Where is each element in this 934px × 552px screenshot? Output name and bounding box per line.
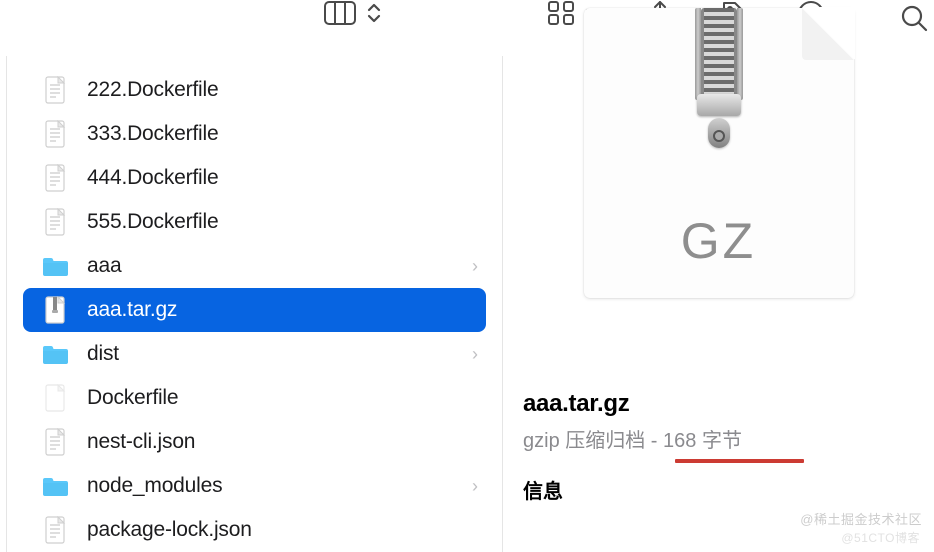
file-name-label: node_modules [87,474,222,498]
main: 222.Dockerfile 333.Dockerfile 444.Docker… [0,56,934,552]
file-name-label: package-lock.json [87,518,252,542]
view-switcher[interactable] [323,0,381,26]
file-name-label: 555.Dockerfile [87,210,218,234]
up-down-chevron-icon[interactable] [367,2,381,24]
folder-icon [41,472,69,500]
gz-label: GZ [681,212,756,270]
info-section-header: 信息 [523,475,914,504]
document-icon [41,120,69,148]
zipper-icon [691,8,747,148]
list-item[interactable]: package-lock.json [7,508,502,552]
detail-file-size: 168 字节 [663,430,742,452]
list-item[interactable]: 222.Dockerfile [7,68,502,112]
file-name-label: Dockerfile [87,386,178,410]
watermark: @稀土掘金技术社区 [800,509,922,528]
grid-view-icon[interactable] [547,0,575,26]
file-name-label: dist [87,342,119,366]
document-icon [41,208,69,236]
document-icon [41,76,69,104]
archive-icon [41,296,69,324]
list-item[interactable]: dist › [7,332,502,376]
file-name-label: aaa [87,254,121,278]
column-view-icon[interactable] [323,0,357,26]
folder-icon [41,252,69,280]
list-item[interactable]: 444.Dockerfile [7,156,502,200]
document-icon [41,164,69,192]
list-item[interactable]: node_modules › [7,464,502,508]
chevron-right-icon: › [472,344,478,365]
list-item-selected[interactable]: aaa.tar.gz [23,288,486,332]
chevron-right-icon: › [472,256,478,277]
list-item[interactable]: nest-cli.json [7,420,502,464]
annotation-underline [675,459,804,463]
detail-panel: GZ aaa.tar.gz gzip 压缩归档 - 168 字节 信息 @稀土掘… [503,56,934,552]
document-icon [41,516,69,544]
document-icon [41,428,69,456]
file-name-label: 444.Dockerfile [87,166,218,190]
list-item[interactable]: aaa › [7,244,502,288]
list-item[interactable]: 555.Dockerfile [7,200,502,244]
detail-file-type: gzip 压缩归档 [523,430,645,452]
file-name-label: nest-cli.json [87,430,195,454]
detail-file-name: aaa.tar.gz [523,390,914,418]
file-list: 222.Dockerfile 333.Dockerfile 444.Docker… [6,56,503,552]
search-icon[interactable] [900,4,928,32]
detail-meta: gzip 压缩归档 - 168 字节 [523,424,742,453]
file-name-label: aaa.tar.gz [87,298,177,322]
list-item[interactable]: Dockerfile [7,376,502,420]
blank-document-icon [41,384,69,412]
file-name-label: 333.Dockerfile [87,122,218,146]
file-name-label: 222.Dockerfile [87,78,218,102]
watermark: @51CTO博客 [841,529,920,546]
list-item[interactable]: 333.Dockerfile [7,112,502,156]
folder-icon [41,340,69,368]
chevron-right-icon: › [472,476,478,497]
file-preview-icon: GZ [584,8,854,298]
